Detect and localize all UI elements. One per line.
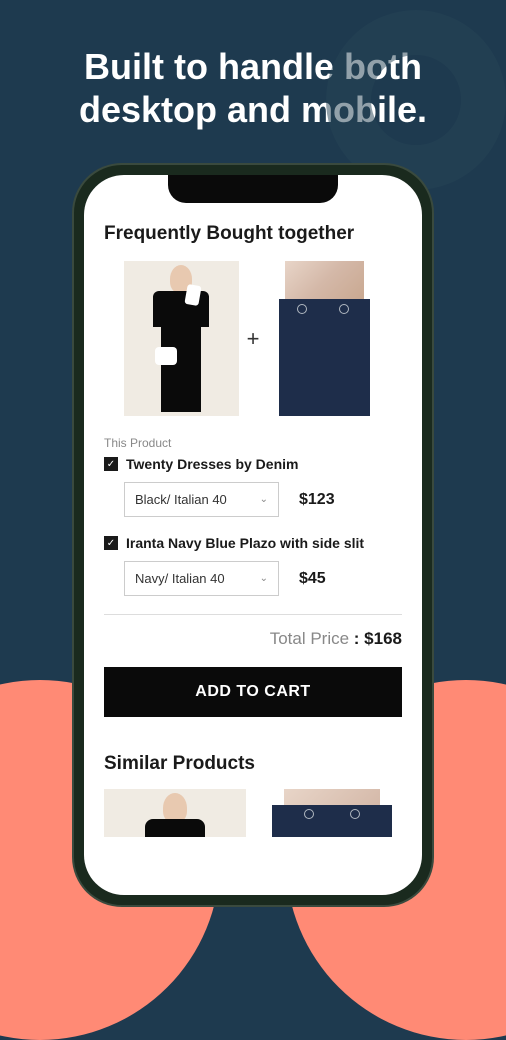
- product-option-2: ✓ Iranta Navy Blue Plazo with side slit …: [104, 535, 402, 596]
- total-label: Total Price: [270, 629, 349, 648]
- phone-notch: [168, 175, 338, 203]
- product-price-2: $45: [299, 570, 326, 588]
- product-checkbox-1[interactable]: ✓: [104, 457, 118, 471]
- similar-product-1[interactable]: [104, 789, 246, 837]
- checkbox-row-1: ✓ Twenty Dresses by Denim: [104, 456, 402, 472]
- total-separator: :: [349, 629, 364, 648]
- phone-screen: Frequently Bought together +: [84, 175, 422, 895]
- chevron-down-icon: ⌄: [260, 494, 268, 505]
- chevron-down-icon: ⌄: [260, 573, 268, 584]
- product-name-2: Iranta Navy Blue Plazo with side slit: [126, 535, 364, 551]
- similar-products-row: [104, 789, 402, 837]
- variant-dropdown-1[interactable]: Black/ Italian 40 ⌄: [124, 482, 279, 517]
- product-image-1[interactable]: [124, 261, 239, 416]
- checkbox-row-2: ✓ Iranta Navy Blue Plazo with side slit: [104, 535, 402, 551]
- total-value: $168: [364, 629, 402, 648]
- option-row-1: Black/ Italian 40 ⌄ $123: [124, 482, 402, 517]
- add-to-cart-button[interactable]: ADD TO CART: [104, 667, 402, 717]
- products-row: +: [104, 261, 402, 416]
- screen-content: Frequently Bought together +: [84, 175, 422, 895]
- similar-products-title: Similar Products: [104, 753, 402, 775]
- frequently-bought-title: Frequently Bought together: [104, 223, 402, 245]
- product-option-1: ✓ Twenty Dresses by Denim Black/ Italian…: [104, 456, 402, 517]
- phone-frame: Frequently Bought together +: [74, 165, 432, 905]
- check-icon: ✓: [107, 538, 115, 549]
- divider: [104, 614, 402, 615]
- product-price-1: $123: [299, 491, 335, 509]
- product-name-1: Twenty Dresses by Denim: [126, 456, 298, 472]
- check-icon: ✓: [107, 459, 115, 470]
- plus-icon: +: [247, 326, 260, 352]
- option-row-2: Navy/ Italian 40 ⌄ $45: [124, 561, 402, 596]
- variant-label-1: Black/ Italian 40: [135, 492, 227, 507]
- product-checkbox-2[interactable]: ✓: [104, 536, 118, 550]
- bg-decoration-top: [326, 10, 506, 190]
- variant-dropdown-2[interactable]: Navy/ Italian 40 ⌄: [124, 561, 279, 596]
- product-image-2[interactable]: [267, 261, 382, 416]
- variant-label-2: Navy/ Italian 40: [135, 571, 225, 586]
- total-row: Total Price : $168: [104, 629, 402, 649]
- similar-product-2[interactable]: [260, 789, 402, 837]
- this-product-label: This Product: [104, 436, 402, 450]
